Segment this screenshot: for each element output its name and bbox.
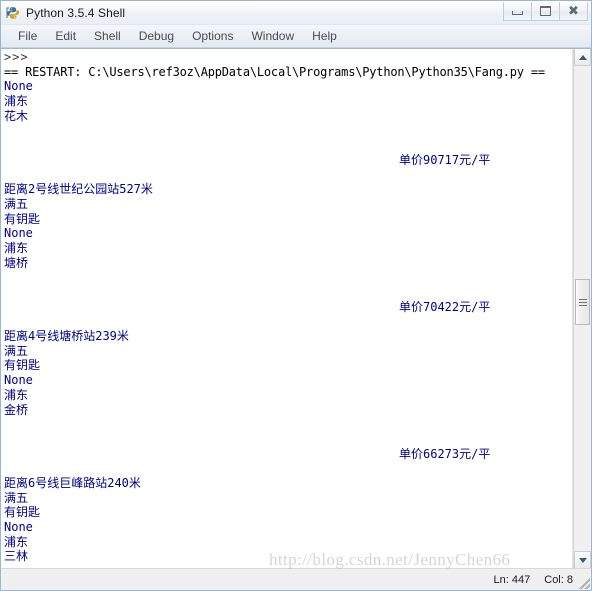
menu-item-options[interactable]: Options [183,27,242,46]
menu-bar: File Edit Shell Debug Options Window Hel… [1,25,591,48]
console-output: >>> == RESTART: C:\Users\ref3oz\AppData\L… [4,50,572,568]
scroll-up-icon [578,54,587,60]
console-line: None [4,520,33,534]
console-line: 单价66273元/平 [399,446,491,461]
idle-shell-window: Python 3.5.4 Shell ✖ File Edit Shell Deb… [0,0,592,591]
title-bar[interactable]: Python 3.5.4 Shell ✖ [1,1,591,25]
console-line: 有钥匙 [4,505,41,520]
window-controls: ✖ [503,2,588,21]
console-line: 满五 [4,343,29,358]
menu-item-shell[interactable]: Shell [85,27,130,46]
minimize-button[interactable] [503,2,532,21]
console-line: 满五 [4,196,29,211]
menu-item-debug[interactable]: Debug [130,27,183,46]
console-line: 塘桥 [4,255,29,270]
console-line: None [4,79,33,94]
maximize-button[interactable] [531,2,560,21]
resize-grip-icon[interactable] [576,575,590,589]
scroll-down-icon [578,557,587,563]
console-line: 单价70422元/平 [399,299,491,314]
scroll-up-button[interactable] [574,49,591,66]
scrollbar-grip-icon [578,298,587,306]
console-line: 距离2号线世纪公园站527米 [4,182,153,197]
console-line: 浦东 [4,240,29,255]
status-column-number: Col: 8 [544,573,573,586]
console-line: 满五 [4,490,29,505]
console-line: 花木 [4,108,29,123]
close-button[interactable]: ✖ [559,2,588,21]
shell-body: >>> == RESTART: C:\Users\ref3oz\AppData\L… [1,48,591,568]
console-line: 浦东 [4,387,29,402]
menu-item-help[interactable]: Help [303,27,346,46]
window-title: Python 3.5.4 Shell [26,5,126,20]
status-bar: Ln: 447 Col: 8 [1,568,591,590]
python-idle-icon [5,5,21,21]
console-line: 浦东 [4,534,29,549]
scrollbar-thumb[interactable] [575,279,590,325]
menu-item-file[interactable]: File [9,27,46,46]
console-line: >>> [4,50,29,64]
console-line: 三林 [4,549,29,564]
console-line: 有钥匙 [4,211,41,226]
vertical-scrollbar[interactable] [573,49,591,568]
shell-text-area[interactable]: >>> == RESTART: C:\Users\ref3oz\AppData\L… [1,49,573,568]
scroll-down-button[interactable] [574,551,591,568]
console-line: == RESTART: C:\Users\ref3oz\AppData\Loca… [4,64,545,79]
menu-item-edit[interactable]: Edit [46,27,85,46]
console-line: 金桥 [4,402,29,417]
menu-item-window[interactable]: Window [242,27,303,46]
console-line: None [4,226,33,241]
console-line: 距离6号线巨峰路站240米 [4,475,141,490]
minimize-icon [512,11,523,15]
console-line: None [4,373,33,388]
maximize-icon [540,6,551,16]
console-line: 单价90717元/平 [399,152,491,167]
console-line: 距离4号线塘桥站239米 [4,329,129,344]
status-line-number: Ln: 447 [493,573,531,586]
console-line: 浦东 [4,94,29,109]
close-icon: ✖ [568,3,579,19]
console-line: 有钥匙 [4,358,41,373]
